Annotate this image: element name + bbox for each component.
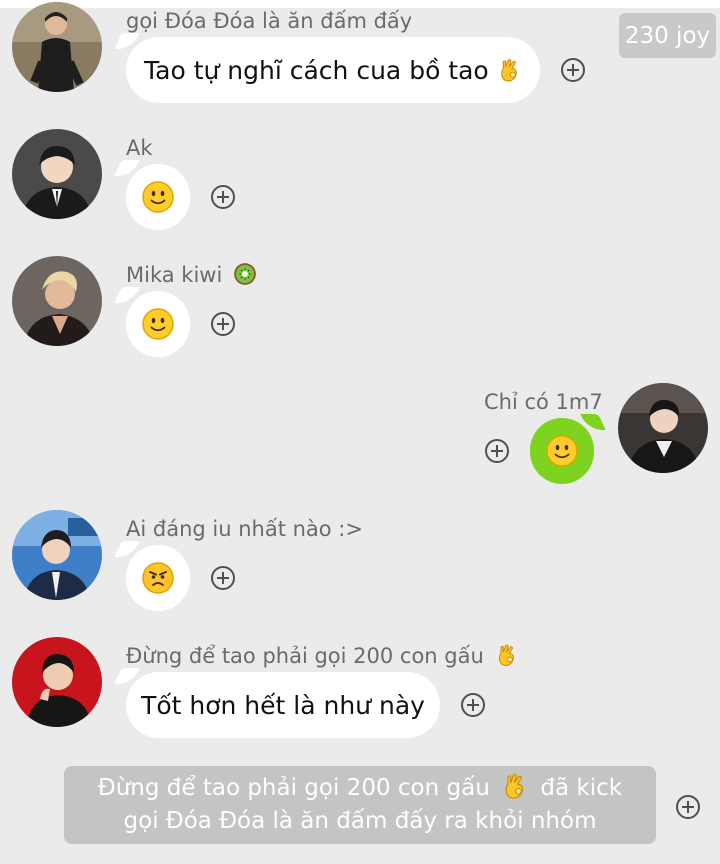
kiwi-icon xyxy=(233,262,257,286)
sender-name: Mika kiwi xyxy=(126,263,257,287)
avatar-sender-mika[interactable] xyxy=(12,256,102,346)
avatar-sender-5[interactable] xyxy=(12,510,102,600)
joy-badge-label: 230 joy xyxy=(624,22,711,49)
ok-hand-icon xyxy=(497,55,522,85)
sender-name: gọi Đóa Đóa là ăn đấm đấy xyxy=(126,9,413,33)
message-bubble[interactable]: Tao tự nghĩ cách cua bồ tao xyxy=(126,37,540,103)
sender-name: Ai đáng iu nhất nào :> xyxy=(126,517,363,541)
avatar-sender-ak[interactable] xyxy=(12,129,102,219)
message-bubble[interactable] xyxy=(126,545,190,611)
message-text: Tao tự nghĩ cách cua bồ tao xyxy=(144,55,489,85)
own-message-bubble[interactable] xyxy=(530,418,594,484)
add-reaction-icon[interactable] xyxy=(461,693,485,717)
sender-name: Đừng để tao phải gọi 200 con gấu xyxy=(126,644,519,668)
avatar-own[interactable] xyxy=(618,383,708,473)
message-text: Tốt hơn hết là như này xyxy=(141,690,425,720)
top-edge xyxy=(0,0,720,8)
add-reaction-icon[interactable] xyxy=(211,185,235,209)
joy-badge[interactable]: 230 joy xyxy=(619,13,716,58)
smile-emoji-icon xyxy=(142,181,174,213)
smile-emoji-icon xyxy=(142,308,174,340)
message-bubble[interactable] xyxy=(126,291,190,357)
add-reaction-icon[interactable] xyxy=(676,795,700,819)
sender-name: Chỉ có 1m7 xyxy=(484,390,603,414)
system-notice: Đừng để tao phải gọi 200 con gấu đã kick… xyxy=(64,766,656,844)
avatar-sender-1[interactable] xyxy=(12,2,102,92)
avatar-sender-6[interactable] xyxy=(12,637,102,727)
angry-face-emoji-icon xyxy=(142,562,174,594)
message-bubble[interactable]: Tốt hơn hết là như này xyxy=(126,672,440,738)
add-reaction-icon[interactable] xyxy=(211,312,235,336)
sender-name: Ak xyxy=(126,136,153,160)
add-reaction-icon[interactable] xyxy=(485,439,509,463)
ok-hand-icon xyxy=(501,772,529,800)
system-notice-line-1: Đừng để tao phải gọi 200 con gấu đã kick xyxy=(98,772,622,805)
message-bubble[interactable] xyxy=(126,164,190,230)
ok-hand-icon xyxy=(495,643,519,667)
add-reaction-icon[interactable] xyxy=(561,58,585,82)
system-notice-line-2: gọi Đóa Đóa là ăn đấm đấy ra khỏi nhóm xyxy=(123,808,597,834)
add-reaction-icon[interactable] xyxy=(211,566,235,590)
smile-emoji-icon xyxy=(546,435,578,467)
